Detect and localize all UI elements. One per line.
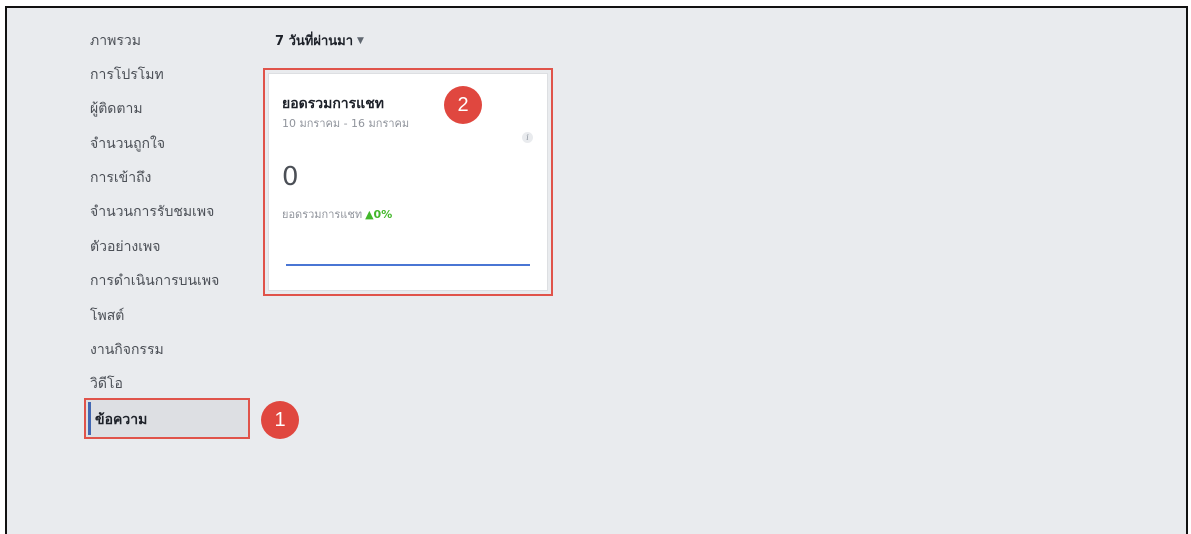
metric-label: ยอดรวมการแชท: [282, 208, 363, 221]
card-title: ยอดรวมการแชท: [282, 96, 384, 112]
sidebar-item-reach[interactable]: การเข้าถึง: [90, 167, 151, 189]
change-indicator: ▲0%: [365, 208, 393, 221]
caret-down-icon: ▼: [357, 36, 364, 46]
sparkline: [286, 264, 530, 266]
sidebar-item-messages[interactable]: ข้อความ: [95, 409, 147, 431]
sidebar-item-likes[interactable]: จำนวนถูกใจ: [90, 133, 165, 155]
info-icon[interactable]: i: [522, 132, 533, 143]
date-range-dropdown[interactable]: 7 วันที่ผ่านมา ▼: [275, 30, 364, 51]
total-messaging-card[interactable]: ยอดรวมการแชท 10 มกราคม - 16 มกราคม i 0 ย…: [268, 73, 548, 291]
active-indicator-bar: [88, 402, 91, 435]
sidebar-item-page-views[interactable]: จำนวนการรับชมเพจ: [90, 201, 214, 223]
callout-badge-1: 1: [261, 401, 299, 439]
sidebar-item-page-actions[interactable]: การดำเนินการบนเพจ: [90, 270, 219, 292]
sidebar-item-page-previews[interactable]: ตัวอย่างเพจ: [90, 236, 160, 258]
metric-caption: ยอดรวมการแชท ▲0%: [282, 205, 392, 223]
callout-badge-2: 2: [444, 86, 482, 124]
sidebar-item-promotions[interactable]: การโปรโมท: [90, 64, 164, 86]
sidebar-item-followers[interactable]: ผู้ติดตาม: [90, 98, 143, 120]
sidebar-item-overview[interactable]: ภาพรวม: [90, 30, 141, 52]
sidebar-item-videos[interactable]: วิดีโอ: [90, 373, 123, 395]
sidebar-item-posts[interactable]: โพสต์: [90, 305, 124, 327]
card-date-range: 10 มกราคม - 16 มกราคม: [282, 117, 410, 130]
date-range-label: 7 วันที่ผ่านมา: [275, 34, 353, 49]
metric-value: 0: [282, 162, 299, 192]
sidebar-item-events[interactable]: งานกิจกรรม: [90, 339, 164, 361]
